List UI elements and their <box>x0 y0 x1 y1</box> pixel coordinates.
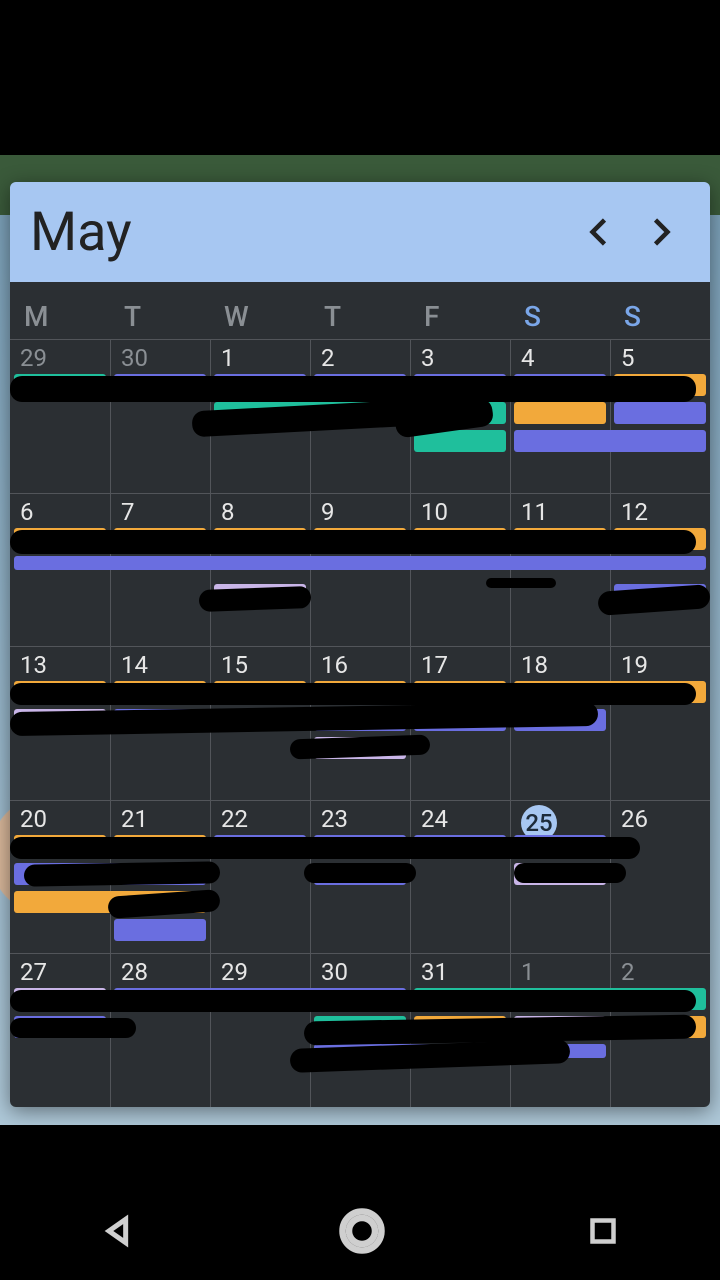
day-cell[interactable]: 7 <box>110 494 210 647</box>
day-cell[interactable]: 11 <box>510 494 610 647</box>
triangle-back-icon <box>99 1211 139 1251</box>
weekday-label: F <box>410 300 510 333</box>
event-bar[interactable] <box>14 556 706 570</box>
redaction-mark <box>10 683 696 705</box>
square-recents-icon <box>585 1213 621 1249</box>
day-cell[interactable]: 19 <box>610 647 710 800</box>
redaction-mark <box>486 578 556 588</box>
next-month-button[interactable] <box>630 202 690 262</box>
weekday-label: W <box>210 300 310 333</box>
chevron-left-icon <box>582 214 618 250</box>
day-cell[interactable]: 12 <box>610 494 710 647</box>
redaction-mark <box>10 990 696 1012</box>
recents-button[interactable] <box>585 1213 621 1253</box>
weekday-label: T <box>310 300 410 333</box>
day-cell[interactable]: 29 <box>10 340 110 493</box>
calendar-header: May <box>10 182 710 282</box>
month-title[interactable]: May <box>30 201 570 264</box>
day-cell[interactable]: 29 <box>210 954 310 1107</box>
week-row: 272829303112 <box>10 953 710 1107</box>
event-bar[interactable] <box>114 919 206 941</box>
day-cell[interactable]: 9 <box>310 494 410 647</box>
week-row: 13141516171819 <box>10 646 710 800</box>
week-row: 293012345 <box>10 339 710 493</box>
weekday-label: T <box>110 300 210 333</box>
event-bar[interactable] <box>514 402 606 424</box>
weekday-label: S <box>610 300 710 333</box>
prev-month-button[interactable] <box>570 202 630 262</box>
redaction-mark <box>514 863 626 883</box>
calendar-weeks: 2930123456789101112131415161718192021222… <box>10 339 710 1107</box>
week-row: 20212223242526 <box>10 800 710 954</box>
back-button[interactable] <box>99 1211 139 1255</box>
day-cell[interactable]: 22 <box>210 801 310 954</box>
event-bar[interactable] <box>514 430 706 452</box>
redaction-mark <box>10 530 696 554</box>
redaction-mark <box>10 1018 136 1038</box>
weekday-label: S <box>510 300 610 333</box>
calendar-grid: MTWTFSS 29301234567891011121314151617181… <box>10 282 710 1107</box>
circle-home-icon <box>336 1205 388 1257</box>
week-row: 6789101112 <box>10 493 710 647</box>
chevron-right-icon <box>642 214 678 250</box>
redaction-mark <box>10 376 696 402</box>
day-cell[interactable]: 8 <box>210 494 310 647</box>
redaction-mark <box>304 863 416 883</box>
redaction-mark <box>199 586 312 612</box>
event-bar[interactable] <box>614 402 706 424</box>
weekday-label: M <box>10 300 110 333</box>
weekday-header-row: MTWTFSS <box>10 282 710 339</box>
android-nav-bar <box>0 1185 720 1280</box>
redaction-mark <box>24 861 220 886</box>
day-cell[interactable]: 6 <box>10 494 110 647</box>
day-cell[interactable]: 24 <box>410 801 510 954</box>
home-button[interactable] <box>336 1205 388 1261</box>
redaction-mark <box>10 837 640 859</box>
day-cell[interactable]: 10 <box>410 494 510 647</box>
calendar-widget: May MTWTFSS 2930123456789101112131415161… <box>10 182 710 1107</box>
